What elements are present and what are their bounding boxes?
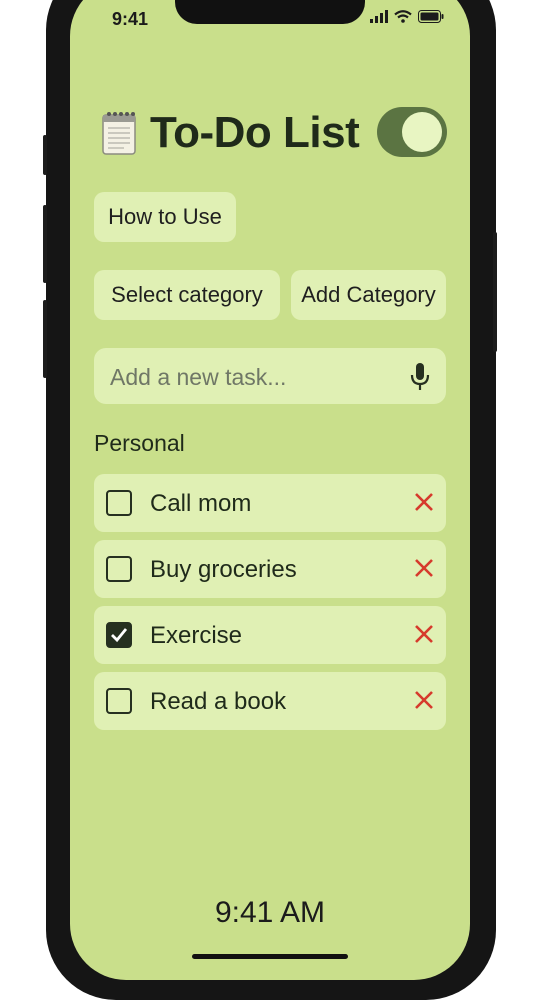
category-heading: Personal: [94, 430, 185, 456]
task-label: Buy groceries: [150, 556, 297, 583]
task-item[interactable]: Exercise: [94, 606, 446, 664]
microphone-icon[interactable]: [410, 362, 430, 392]
notepad-icon: [100, 110, 138, 156]
phone-side-button: [43, 135, 47, 175]
task-label: Exercise: [150, 622, 243, 649]
toggle-knob: [402, 112, 442, 152]
home-indicator[interactable]: [192, 954, 348, 959]
new-task-input[interactable]: [108, 348, 392, 406]
how-to-use-button[interactable]: How to Use: [94, 192, 236, 242]
task-list: Call mom Buy groceries Exercise Read a b…: [94, 474, 446, 738]
footer-clock: 9:41 AM: [214, 896, 326, 929]
status-time: 9:41: [112, 9, 149, 29]
task-checkbox[interactable]: [106, 490, 132, 516]
add-category-button[interactable]: Add Category: [291, 270, 446, 320]
select-category-button[interactable]: Select category: [94, 270, 280, 320]
delete-icon[interactable]: [414, 690, 434, 710]
wifi-icon: [394, 10, 412, 23]
task-label: Read a book: [150, 688, 287, 715]
delete-icon[interactable]: [414, 624, 434, 644]
checkmark-icon: [111, 628, 128, 643]
task-checkbox-checked[interactable]: [106, 622, 132, 648]
phone-power-button: [493, 232, 497, 352]
phone-volume-up-button: [43, 205, 47, 283]
status-icons: [370, 10, 444, 23]
page-title: To-Do List: [150, 108, 360, 157]
task-item[interactable]: Buy groceries: [94, 540, 446, 598]
signal-icon: [370, 10, 388, 23]
header: To-Do List: [100, 108, 360, 158]
battery-icon: [418, 10, 444, 23]
phone-volume-down-button: [43, 300, 47, 378]
theme-toggle[interactable]: [377, 107, 447, 157]
task-item[interactable]: Read a book: [94, 672, 446, 730]
task-label: Call mom: [150, 490, 252, 517]
task-input-container: [94, 348, 446, 406]
task-item[interactable]: Call mom: [94, 474, 446, 532]
delete-icon[interactable]: [414, 558, 434, 578]
task-checkbox[interactable]: [106, 688, 132, 714]
delete-icon[interactable]: [414, 492, 434, 512]
notch: [175, 0, 365, 24]
app-screen: 9:41 To-Do List How to Use Select catego…: [70, 0, 470, 980]
task-checkbox[interactable]: [106, 556, 132, 582]
